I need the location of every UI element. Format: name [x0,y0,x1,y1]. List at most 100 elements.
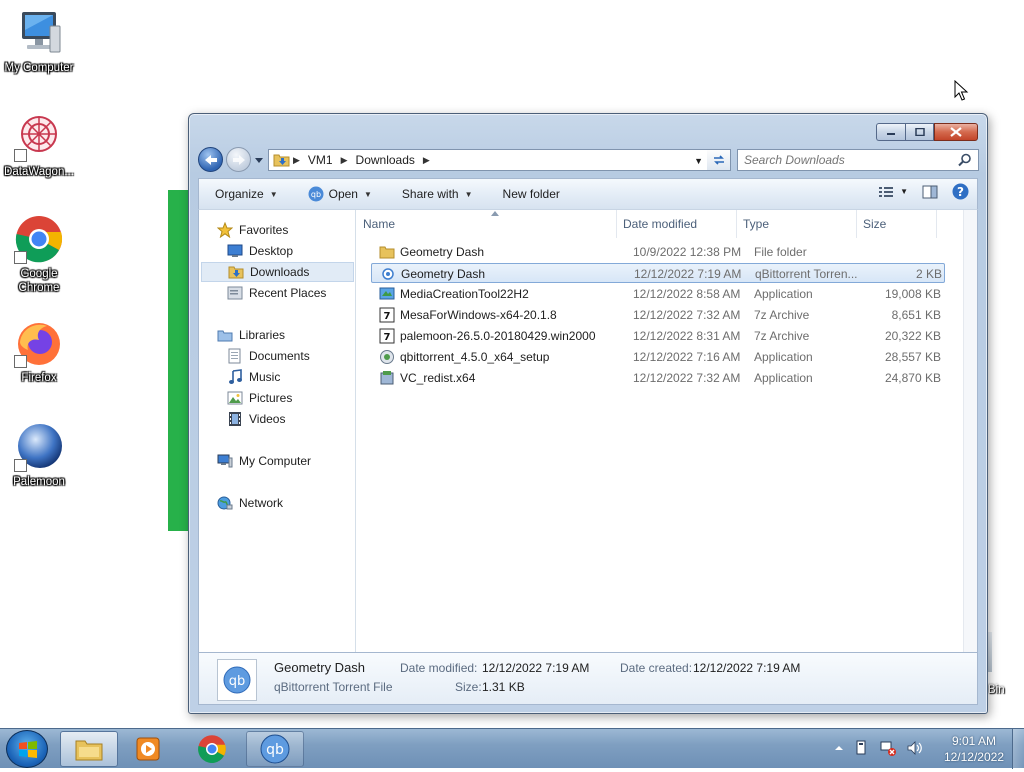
file-size: 24,870 KB [884,371,941,385]
recent-pages-dropdown[interactable] [254,155,264,165]
file-type: Application [754,287,813,301]
maximize-button[interactable] [905,123,934,141]
breadcrumb-separator-icon[interactable]: ▶ [339,155,350,166]
nav-item-libraries[interactable]: Libraries [199,325,355,345]
column-header-label: Name [363,217,396,231]
clock-time: 9:01 AM [951,734,996,748]
address-bar[interactable]: ▶ VM1 ▶ Downloads ▶ ▼ [268,149,708,171]
chevron-down-icon: ▼ [464,189,473,199]
vertical-scrollbar[interactable] [963,210,977,652]
datawagon-icon [14,112,64,162]
file-name-cell: VC_redist.x64 [379,368,629,388]
nav-item-music[interactable]: Music [199,367,355,387]
network-disconnected-icon[interactable] [880,740,896,756]
breadcrumb-separator-icon[interactable]: ▶ [291,155,302,166]
refresh-button[interactable] [707,149,731,171]
taskbar-chrome-button[interactable] [183,731,241,767]
navigation-pane[interactable]: Favorites Desktop Downloads Recent Place… [199,210,356,652]
open-label: Open [328,187,358,201]
taskbar-media-player-button[interactable] [119,731,177,767]
shortcut-arrow-icon [14,459,27,472]
open-button[interactable]: qb Open ▼ [300,182,380,206]
breadcrumb-downloads[interactable]: Downloads [350,150,421,170]
close-button[interactable] [934,123,978,141]
address-history-dropdown[interactable]: ▼ [694,156,703,166]
computer-icon [14,8,64,58]
change-view-button[interactable]: ▼ [878,186,908,198]
shortcut-arrow-icon [14,149,27,162]
help-icon[interactable]: ? [952,183,969,200]
taskbar-qbittorrent-button[interactable]: qb [246,731,304,767]
nav-item-recent-places[interactable]: Recent Places [199,283,355,303]
show-hidden-icons-icon[interactable] [834,743,844,753]
back-button[interactable] [198,147,223,172]
file-row[interactable]: VC_redist.x64 12/12/2022 7:32 AM Applica… [371,368,945,388]
start-button[interactable] [6,730,48,768]
file-type: File folder [754,245,807,259]
explorer-window[interactable]: ▶ VM1 ▶ Downloads ▶ ▼ Organize ▼ qb [188,113,988,714]
recent-places-icon [227,286,243,300]
setup-icon [380,371,394,385]
file-row[interactable]: 7 MesaForWindows-x64-20.1.8 12/12/2022 7… [371,305,945,325]
nav-item-network[interactable]: Network [199,493,355,513]
nav-item-my-computer[interactable]: My Computer [199,451,355,471]
desktop-icon-datawagon[interactable]: DataWagon... [0,112,78,179]
file-type: qBittorrent Torren... [755,267,858,281]
column-header-name[interactable]: Name [357,210,617,238]
pictures-icon [227,391,243,405]
desktop-icon-my-computer[interactable]: My Computer [0,8,78,75]
archive-icon: 7 [379,307,395,323]
file-name: MesaForWindows-x64-20.1.8 [400,308,557,322]
file-row[interactable]: Geometry Dash 10/9/2022 12:38 PM File fo… [371,242,945,262]
nav-item-desktop[interactable]: Desktop [199,241,355,261]
column-header-size[interactable]: Size [857,210,937,238]
search-icon[interactable] [958,153,972,167]
file-row[interactable]: 7 palemoon-26.5.0-20180429.win2000 12/12… [371,326,945,346]
minimize-button[interactable] [876,123,905,141]
nav-item-pictures[interactable]: Pictures [199,388,355,408]
svg-text:7: 7 [384,311,391,322]
file-size: 8,651 KB [891,308,941,322]
file-date: 12/12/2022 8:31 AM [633,329,741,343]
show-desktop-button[interactable] [1012,729,1024,769]
file-row[interactable]: MediaCreationTool22H2 12/12/2022 8:58 AM… [371,284,945,304]
file-row[interactable]: qbittorrent_4.5.0_x64_setup 12/12/2022 7… [371,347,945,367]
nav-item-favorites[interactable]: Favorites [199,220,355,240]
file-name-cell: 7 palemoon-26.5.0-20180429.win2000 [379,326,629,346]
preview-pane-icon[interactable] [922,185,938,199]
taskbar-clock[interactable]: 9:01 AM 12/12/2022 [944,733,1004,765]
file-row-selected[interactable]: Geometry Dash 12/12/2022 7:19 AM qBittor… [371,263,945,283]
volume-icon[interactable] [906,740,924,756]
search-input[interactable] [737,149,979,171]
palemoon-icon [14,422,64,472]
nav-item-videos[interactable]: Videos [199,409,355,429]
nav-item-label: Downloads [250,265,310,279]
star-icon [217,222,233,238]
file-name: Geometry Dash [400,245,485,259]
column-header-type[interactable]: Type [737,210,857,238]
breadcrumb-separator-icon[interactable]: ▶ [421,155,432,166]
desktop-icon-google-chrome[interactable]: Google Chrome [0,214,78,295]
nav-item-documents[interactable]: Documents [199,346,355,366]
forward-button[interactable] [226,147,251,172]
file-size: 20,322 KB [884,329,941,343]
desktop-icon-palemoon[interactable]: Palemoon [0,422,78,489]
breadcrumb-vm1[interactable]: VM1 [302,150,339,170]
file-list-pane[interactable]: Name Date modified Type Size Geometry Da… [357,210,977,652]
column-header-label: Date modified [623,217,698,231]
organize-button[interactable]: Organize ▼ [207,182,286,206]
nav-item-downloads[interactable]: Downloads [201,262,354,282]
share-with-button[interactable]: Share with ▼ [394,182,481,206]
column-header-date-modified[interactable]: Date modified [617,210,737,238]
content-area: Favorites Desktop Downloads Recent Place… [198,209,978,653]
view-list-icon [879,186,894,197]
film-strip-icon [229,412,241,426]
file-name: qbittorrent_4.5.0_x64_setup [400,350,550,364]
close-icon [950,127,962,137]
new-folder-button[interactable]: New folder [495,182,568,206]
taskbar-explorer-button[interactable] [60,731,118,767]
system-tray [834,740,924,756]
action-center-icon[interactable] [854,740,870,756]
desktop-icon-firefox[interactable]: Firefox [0,318,78,385]
desktop-icon-label: DataWagon... [4,166,74,178]
